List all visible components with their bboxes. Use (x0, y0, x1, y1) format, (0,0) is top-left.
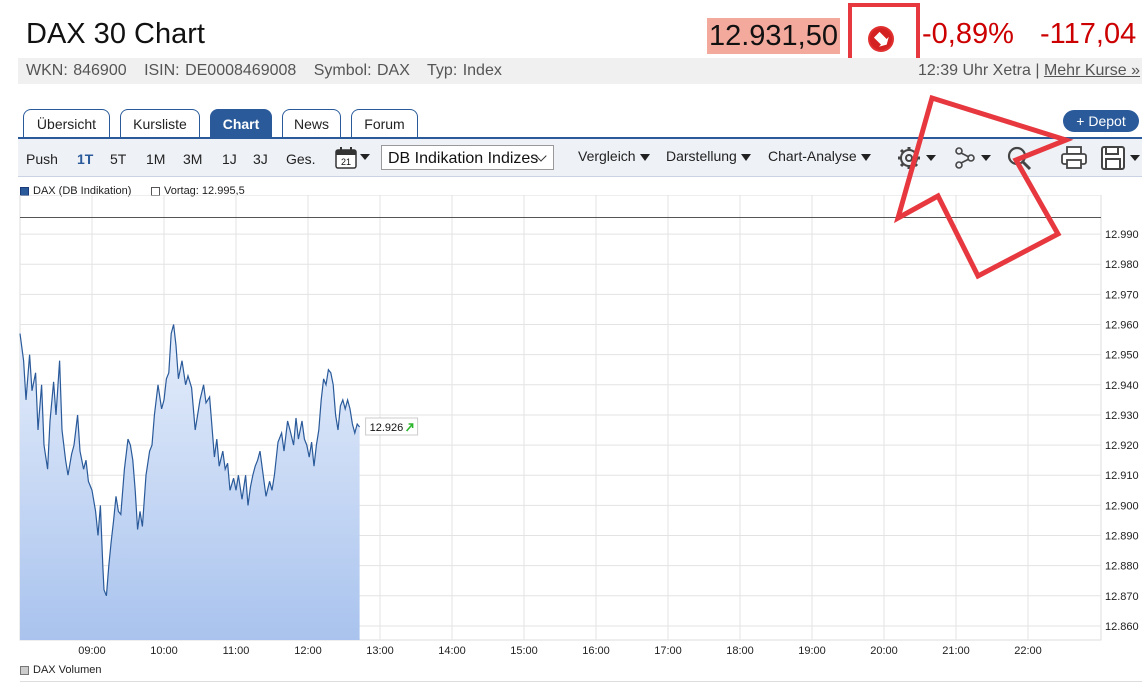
y-tick-label: 12.860 (1105, 621, 1139, 633)
range-1m[interactable]: 1M (146, 151, 165, 167)
add-depot-button[interactable]: + Depot (1063, 110, 1139, 132)
print-icon[interactable] (1060, 145, 1088, 171)
x-tick-label: 17:00 (654, 645, 682, 657)
tab-kursliste[interactable]: Kursliste (120, 109, 200, 137)
wkn: WKN: 846900 (26, 62, 127, 79)
data-source-select[interactable]: DB Indikation Indizes (381, 145, 554, 170)
current-price: 12.931,50 (707, 18, 840, 54)
x-tick-label: 20:00 (870, 645, 898, 657)
page-title: DAX 30 Chart (26, 18, 205, 50)
range-3m[interactable]: 3M (183, 151, 202, 167)
chart-marks (19, 217, 1101, 640)
x-tick-label: 18:00 (726, 645, 754, 657)
y-tick-label: 12.980 (1105, 259, 1139, 271)
calendar-day: 21 (341, 157, 351, 167)
y-tick-label: 12.960 (1105, 320, 1139, 332)
legend-volume-label: DAX Volumen (33, 664, 102, 676)
network-icon[interactable] (953, 145, 995, 171)
x-tick-label: 14:00 (438, 645, 466, 657)
darstellung-dropdown[interactable]: Darstellung (666, 148, 751, 164)
isin: ISIN: DE0008469008 (144, 62, 297, 79)
x-tick-label: 10:00 (150, 645, 178, 657)
y-tick-label: 12.930 (1105, 410, 1139, 422)
push-button[interactable]: Push (26, 151, 58, 167)
y-tick-label: 12.910 (1105, 470, 1139, 482)
symbol: Symbol: DAX (313, 62, 410, 79)
tab-uebersicht[interactable]: Übersicht (23, 109, 110, 137)
time-exchange: 12:39 Uhr Xetra | (917, 62, 1044, 79)
legend-volume: DAX Volumen (20, 664, 101, 676)
x-tick-label: 12:00 (294, 645, 322, 657)
y-tick-label: 12.870 (1105, 591, 1139, 603)
x-tick-label: 15:00 (510, 645, 538, 657)
y-tick-label: 12.990 (1105, 229, 1139, 241)
y-tick-label: 12.920 (1105, 440, 1139, 452)
x-tick-label: 11:00 (223, 645, 250, 657)
type: Typ: Index (427, 62, 502, 79)
save-icon[interactable] (1100, 145, 1142, 171)
x-tick-label: 13:00 (366, 645, 394, 657)
x-tick-label: 16:00 (582, 645, 610, 657)
calendar-dropdown-icon[interactable] (359, 153, 371, 161)
calendar-icon[interactable]: 21 (334, 146, 358, 170)
zoom-icon[interactable] (1006, 145, 1036, 171)
x-tick-label: 21:00 (942, 645, 970, 657)
range-ges[interactable]: Ges. (286, 151, 316, 167)
x-tick-label: 19:00 (798, 645, 826, 657)
range-5t[interactable]: 5T (110, 151, 126, 167)
range-1j[interactable]: 1J (222, 151, 237, 167)
tab-forum[interactable]: Forum (351, 109, 418, 137)
quote-time: 12:39 Uhr Xetra | Mehr Kurse » (918, 62, 1140, 80)
more-quotes-link[interactable]: Mehr Kurse » (1044, 62, 1140, 79)
range-3j[interactable]: 3J (253, 151, 268, 167)
change-percent: -0,89% (922, 18, 1014, 50)
settings-icon[interactable] (897, 145, 939, 171)
y-tick-label: 12.880 (1105, 561, 1139, 573)
chart-analyse-dropdown[interactable]: Chart-Analyse (768, 148, 871, 164)
series-area (20, 324, 360, 640)
price-chart[interactable]: 12.990 12.980 12.970 12.960 12.950 12.940 12.9… (0, 195, 1142, 660)
x-tick-label: 09:00 (78, 645, 106, 657)
change-absolute: -117,04 (1040, 18, 1137, 50)
x-tick-label: 22:00 (1014, 645, 1042, 657)
range-1t[interactable]: 1T (77, 151, 93, 167)
y-tick-label: 12.950 (1105, 350, 1139, 362)
legend-volume-swatch (20, 665, 29, 675)
tab-chart[interactable]: Chart (210, 109, 272, 137)
security-identifiers: WKN: 846900 ISIN: DE0008469008 Symbol: D… (26, 62, 514, 80)
y-tick-label: 12.900 (1105, 500, 1139, 512)
y-tick-label: 12.940 (1105, 380, 1139, 392)
last-price-label: 12.926 (370, 422, 404, 434)
vergleich-dropdown[interactable]: Vergleich (578, 148, 650, 164)
volume-panel-border (20, 681, 1142, 682)
tab-news[interactable]: News (282, 109, 341, 137)
y-tick-label: 12.970 (1105, 289, 1139, 301)
y-tick-label: 12.890 (1105, 531, 1139, 543)
